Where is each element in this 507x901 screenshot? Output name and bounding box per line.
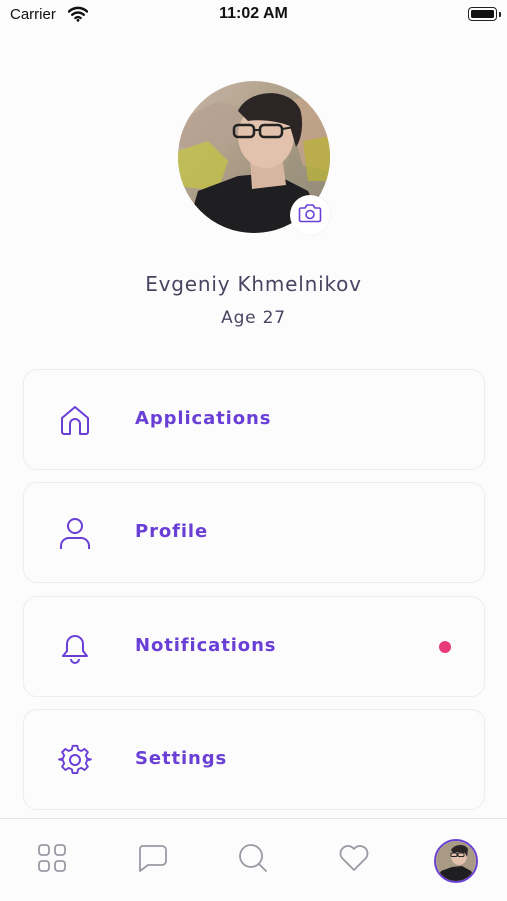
heart-icon[interactable]	[337, 841, 371, 875]
search-icon[interactable]	[236, 841, 270, 875]
profile-age: Age 27	[221, 308, 286, 328]
status-time: 11:02 AM	[219, 5, 288, 22]
chat-icon[interactable]	[135, 841, 169, 875]
menu-item-settings[interactable]: Settings	[23, 709, 485, 810]
battery-icon	[468, 7, 501, 21]
home-icon	[58, 403, 92, 437]
menu-item-applications[interactable]: Applications	[23, 369, 485, 470]
profile-avatar-container	[178, 81, 330, 235]
grid-icon[interactable]	[35, 841, 69, 875]
notification-badge	[439, 641, 451, 653]
bell-icon	[58, 630, 92, 664]
user-icon	[58, 516, 92, 550]
menu-item-profile[interactable]: Profile	[23, 482, 485, 583]
status-bar: Carrier 11:02 AM	[0, 0, 507, 30]
gear-icon	[58, 743, 92, 777]
menu-item-label: Notifications	[135, 635, 277, 656]
menu-item-label: Profile	[135, 521, 209, 542]
menu-item-label: Settings	[135, 748, 228, 769]
profile-name: Evgeniy Khmelnikov	[145, 272, 362, 296]
change-photo-button[interactable]	[290, 195, 330, 235]
tab-bar	[0, 818, 507, 901]
camera-icon	[298, 203, 322, 227]
tab-profile-avatar[interactable]	[434, 839, 478, 883]
menu-item-label: Applications	[135, 408, 272, 429]
menu-item-notifications[interactable]: Notifications	[23, 596, 485, 697]
